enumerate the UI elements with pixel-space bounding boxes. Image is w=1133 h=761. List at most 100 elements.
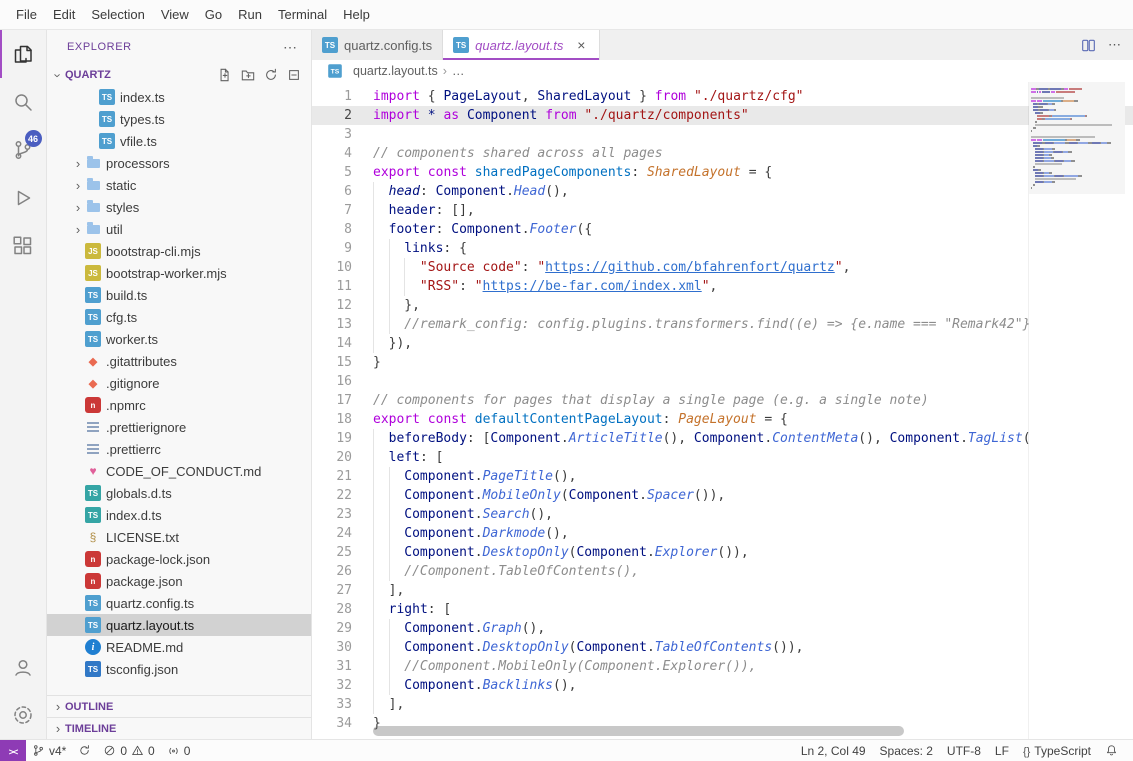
minimap[interactable] xyxy=(1029,82,1125,739)
menu-terminal[interactable]: Terminal xyxy=(270,3,335,26)
tree-item-build.ts[interactable]: TSbuild.ts xyxy=(47,284,311,306)
line-number[interactable]: 5 xyxy=(312,163,373,182)
notifications-status[interactable] xyxy=(1098,740,1125,761)
search-activity-icon[interactable] xyxy=(0,78,47,126)
tree-item-quartz.layout.ts[interactable]: TSquartz.layout.ts xyxy=(47,614,311,636)
indentation-status[interactable]: Spaces: 2 xyxy=(873,740,940,761)
tree-item-.gitignore[interactable]: ◆.gitignore xyxy=(47,372,311,394)
tree-item-types.ts[interactable]: TStypes.ts xyxy=(47,108,311,130)
code-line-1[interactable]: 1import { PageLayout, SharedLayout } fro… xyxy=(312,87,1133,106)
line-number[interactable]: 32 xyxy=(312,676,373,695)
tab-quartz.config.ts[interactable]: TSquartz.config.ts xyxy=(312,30,443,60)
line-number[interactable]: 27 xyxy=(312,581,373,600)
code-line-19[interactable]: 19beforeBody: [Component.ArticleTitle(),… xyxy=(312,429,1133,448)
tree-item-quartz.config.ts[interactable]: TSquartz.config.ts xyxy=(47,592,311,614)
code-line-9[interactable]: 9links: { xyxy=(312,239,1133,258)
line-number[interactable]: 21 xyxy=(312,467,373,486)
split-editor-icon[interactable] xyxy=(1081,38,1096,53)
code-line-8[interactable]: 8footer: Component.Footer({ xyxy=(312,220,1133,239)
code-line-25[interactable]: 25Component.DesktopOnly(Component.Explor… xyxy=(312,543,1133,562)
code-line-17[interactable]: 17// components for pages that display a… xyxy=(312,391,1133,410)
code-line-33[interactable]: 33], xyxy=(312,695,1133,714)
editor-more-actions-icon[interactable] xyxy=(1108,37,1121,53)
line-number[interactable]: 14 xyxy=(312,334,373,353)
code-line-21[interactable]: 21Component.PageTitle(), xyxy=(312,467,1133,486)
tree-item-cfg.ts[interactable]: TScfg.ts xyxy=(47,306,311,328)
cursor-position-status[interactable]: Ln 2, Col 49 xyxy=(794,740,873,761)
section-timeline[interactable]: TIMELINE xyxy=(47,717,311,739)
code-line-23[interactable]: 23Component.Search(), xyxy=(312,505,1133,524)
line-number[interactable]: 11 xyxy=(312,277,373,296)
code-line-26[interactable]: 26//Component.TableOfContents(), xyxy=(312,562,1133,581)
settings-gear-icon[interactable] xyxy=(0,691,47,739)
breadcrumb-file[interactable]: quartz.layout.ts xyxy=(353,64,438,78)
tree-item-.gitattributes[interactable]: ◆.gitattributes xyxy=(47,350,311,372)
tree-item-.prettierignore[interactable]: .prettierignore xyxy=(47,416,311,438)
eol-status[interactable]: LF xyxy=(988,740,1016,761)
code-line-6[interactable]: 6head: Component.Head(), xyxy=(312,182,1133,201)
tree-item-package.json[interactable]: npackage.json xyxy=(47,570,311,592)
code-line-2[interactable]: 2import * as Component from "./quartz/co… xyxy=(312,106,1133,125)
code-line-28[interactable]: 28right: [ xyxy=(312,600,1133,619)
line-number[interactable]: 17 xyxy=(312,391,373,410)
explorer-activity-icon[interactable] xyxy=(0,30,47,78)
code-line-24[interactable]: 24Component.Darkmode(), xyxy=(312,524,1133,543)
tree-item-globals.d.ts[interactable]: TSglobals.d.ts xyxy=(47,482,311,504)
line-number[interactable]: 1 xyxy=(312,87,373,106)
line-number[interactable]: 31 xyxy=(312,657,373,676)
code-line-32[interactable]: 32Component.Backlinks(), xyxy=(312,676,1133,695)
collapse-all-icon[interactable] xyxy=(287,68,301,82)
line-number[interactable]: 25 xyxy=(312,543,373,562)
line-number[interactable]: 23 xyxy=(312,505,373,524)
line-number[interactable]: 29 xyxy=(312,619,373,638)
line-number[interactable]: 13 xyxy=(312,315,373,334)
line-number[interactable]: 22 xyxy=(312,486,373,505)
ports-status[interactable]: 0 xyxy=(161,740,197,761)
problems-status[interactable]: 0 0 xyxy=(97,740,160,761)
code-line-4[interactable]: 4// components shared across all pages xyxy=(312,144,1133,163)
code-line-22[interactable]: 22Component.MobileOnly(Component.Spacer(… xyxy=(312,486,1133,505)
code-line-10[interactable]: 10"Source code": "https://github.com/bfa… xyxy=(312,258,1133,277)
tree-item-package-lock.json[interactable]: npackage-lock.json xyxy=(47,548,311,570)
refresh-icon[interactable] xyxy=(264,68,278,82)
code-line-29[interactable]: 29Component.Graph(), xyxy=(312,619,1133,638)
line-number[interactable]: 20 xyxy=(312,448,373,467)
line-number[interactable]: 28 xyxy=(312,600,373,619)
code-line-14[interactable]: 14}), xyxy=(312,334,1133,353)
tree-item-bootstrap-cli.mjs[interactable]: JSbootstrap-cli.mjs xyxy=(47,240,311,262)
line-number[interactable]: 9 xyxy=(312,239,373,258)
more-actions-icon[interactable] xyxy=(283,39,297,56)
menu-edit[interactable]: Edit xyxy=(45,3,83,26)
code-line-27[interactable]: 27], xyxy=(312,581,1133,600)
breadcrumb-rest[interactable]: … xyxy=(452,64,465,78)
code-line-13[interactable]: 13//remark_config: config.plugins.transf… xyxy=(312,315,1133,334)
menu-selection[interactable]: Selection xyxy=(83,3,152,26)
code-line-3[interactable]: 3 xyxy=(312,125,1133,144)
tree-item-.npmrc[interactable]: n.npmrc xyxy=(47,394,311,416)
tree-item-processors[interactable]: processors xyxy=(47,152,311,174)
source-control-activity-icon[interactable]: 46 xyxy=(0,126,47,174)
line-number[interactable]: 19 xyxy=(312,429,373,448)
line-number[interactable]: 18 xyxy=(312,410,373,429)
tree-item-tsconfig.json[interactable]: TStsconfig.json xyxy=(47,658,311,680)
menu-file[interactable]: File xyxy=(8,3,45,26)
line-number[interactable]: 7 xyxy=(312,201,373,220)
code-line-20[interactable]: 20left: [ xyxy=(312,448,1133,467)
horizontal-scrollbar[interactable] xyxy=(373,726,1028,736)
line-number[interactable]: 2 xyxy=(312,106,373,125)
tree-item-styles[interactable]: styles xyxy=(47,196,311,218)
tree-item-CODE_OF_CONDUCT.md[interactable]: ♥CODE_OF_CONDUCT.md xyxy=(47,460,311,482)
folder-section-header[interactable]: QUARTZ xyxy=(47,64,311,86)
close-tab-icon[interactable]: × xyxy=(573,37,589,53)
code-line-5[interactable]: 5export const sharedPageComponents: Shar… xyxy=(312,163,1133,182)
line-number[interactable]: 26 xyxy=(312,562,373,581)
line-number[interactable]: 3 xyxy=(312,125,373,144)
line-number[interactable]: 15 xyxy=(312,353,373,372)
encoding-status[interactable]: UTF-8 xyxy=(940,740,988,761)
line-number[interactable]: 8 xyxy=(312,220,373,239)
new-folder-icon[interactable] xyxy=(241,68,255,82)
tree-item-static[interactable]: static xyxy=(47,174,311,196)
line-number[interactable]: 16 xyxy=(312,372,373,391)
menu-view[interactable]: View xyxy=(153,3,197,26)
code-line-12[interactable]: 12}, xyxy=(312,296,1133,315)
